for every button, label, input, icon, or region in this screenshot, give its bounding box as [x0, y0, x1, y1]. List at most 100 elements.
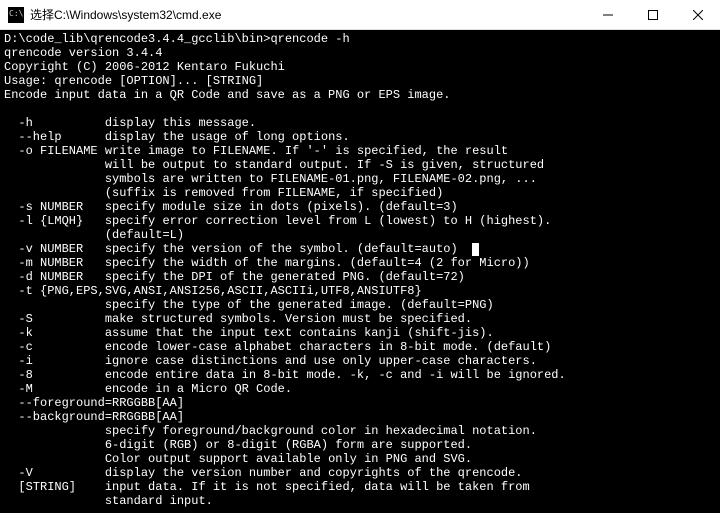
- option-desc: specify foreground/background color in h…: [105, 424, 537, 438]
- option-flag: [4, 298, 105, 312]
- option-line: --help display the usage of long options…: [4, 130, 350, 144]
- option-line: [STRING] input data. If it is not specif…: [4, 480, 530, 494]
- option-desc: specify module size in dots (pixels). (d…: [105, 200, 458, 214]
- close-icon: [693, 10, 703, 20]
- options-block: -h display this message. --help display …: [4, 116, 566, 508]
- option-flag: [4, 424, 105, 438]
- option-line: 6-digit (RGB) or 8-digit (RGBA) form are…: [4, 438, 472, 452]
- option-line: -t {PNG,EPS,SVG,ANSI,ANSI256,ASCII,ASCII…: [4, 284, 422, 298]
- option-flag: -l {LMQH}: [4, 214, 105, 228]
- option-desc: write image to FILENAME. If '-' is speci…: [105, 144, 508, 158]
- minimize-icon: [603, 10, 613, 20]
- option-flag: [4, 158, 105, 172]
- option-line: -m NUMBER specify the width of the margi…: [4, 256, 530, 270]
- option-flag: [4, 438, 105, 452]
- option-desc: assume that the input text contains kanj…: [105, 326, 494, 340]
- option-flag: -M: [4, 382, 105, 396]
- option-desc: (suffix is removed from FILENAME, if spe…: [105, 186, 443, 200]
- option-line: (default=L): [4, 228, 184, 242]
- close-button[interactable]: [675, 0, 720, 30]
- option-line: -c encode lower-case alphabet characters…: [4, 340, 551, 354]
- option-desc: display the version number and copyright…: [105, 466, 523, 480]
- option-desc: display the usage of long options.: [105, 130, 350, 144]
- option-desc: specify the version of the symbol. (defa…: [105, 242, 458, 256]
- option-flag: -v NUMBER: [4, 242, 105, 256]
- option-line: specify foreground/background color in h…: [4, 424, 537, 438]
- option-flag: -V: [4, 466, 105, 480]
- option-desc: (default=L): [105, 228, 184, 242]
- maximize-icon: [648, 10, 658, 20]
- option-desc: specify the DPI of the generated PNG. (d…: [105, 270, 465, 284]
- option-flag: -i: [4, 354, 105, 368]
- option-flag: -S: [4, 312, 105, 326]
- option-flag: --help: [4, 130, 105, 144]
- option-flag: -s NUMBER: [4, 200, 105, 214]
- option-line: (suffix is removed from FILENAME, if spe…: [4, 186, 443, 200]
- option-flag: [4, 186, 105, 200]
- option-desc: ignore case distinctions and use only up…: [105, 354, 537, 368]
- copyright-line: Copyright (C) 2006-2012 Kentaro Fukuchi: [4, 60, 285, 74]
- option-line: -M encode in a Micro QR Code.: [4, 382, 292, 396]
- option-desc: display this message.: [105, 116, 256, 130]
- cmd-icon: [8, 7, 24, 23]
- option-line: -d NUMBER specify the DPI of the generat…: [4, 270, 465, 284]
- cmd-window: 选择C:\Windows\system32\cmd.exe D:\code_li…: [0, 0, 720, 513]
- option-line: --background=RRGGBB[AA]: [4, 410, 184, 424]
- option-line: -i ignore case distinctions and use only…: [4, 354, 537, 368]
- option-line: --foreground=RRGGBB[AA]: [4, 396, 184, 410]
- option-flag: --foreground=RRGGBB[AA]: [4, 396, 184, 410]
- window-controls: [585, 0, 720, 30]
- option-desc: Color output support available only in P…: [105, 452, 472, 466]
- option-line: specify the type of the generated image.…: [4, 298, 494, 312]
- option-flag: [4, 452, 105, 466]
- option-line: -l {LMQH} specify error correction level…: [4, 214, 551, 228]
- option-flag: [4, 172, 105, 186]
- option-desc: input data. If it is not specified, data…: [105, 480, 530, 494]
- option-flag: -8: [4, 368, 105, 382]
- option-line: -h display this message.: [4, 116, 256, 130]
- summary-line: Encode input data in a QR Code and save …: [4, 88, 450, 102]
- titlebar[interactable]: 选择C:\Windows\system32\cmd.exe: [0, 0, 720, 30]
- option-flag: [4, 494, 105, 508]
- maximize-button[interactable]: [630, 0, 675, 30]
- usage-line: Usage: qrencode [OPTION]... [STRING]: [4, 74, 263, 88]
- option-flag: -c: [4, 340, 105, 354]
- option-desc: 6-digit (RGB) or 8-digit (RGBA) form are…: [105, 438, 472, 452]
- option-line: Color output support available only in P…: [4, 452, 472, 466]
- option-desc: specify the width of the margins. (defau…: [105, 256, 530, 270]
- option-flag: [4, 228, 105, 242]
- option-flag: -o FILENAME: [4, 144, 105, 158]
- option-flag: -h: [4, 116, 105, 130]
- option-flag: -d NUMBER: [4, 270, 105, 284]
- option-flag: --background=RRGGBB[AA]: [4, 410, 184, 424]
- version-line: qrencode version 3.4.4: [4, 46, 162, 60]
- option-flag: -k: [4, 326, 105, 340]
- option-line: -S make structured symbols. Version must…: [4, 312, 472, 326]
- option-line: -8 encode entire data in 8-bit mode. -k,…: [4, 368, 566, 382]
- option-desc: will be output to standard output. If -S…: [105, 158, 544, 172]
- option-line: will be output to standard output. If -S…: [4, 158, 544, 172]
- option-line: symbols are written to FILENAME-01.png, …: [4, 172, 537, 186]
- option-line: -v NUMBER specify the version of the sym…: [4, 242, 479, 256]
- option-line: -o FILENAME write image to FILENAME. If …: [4, 144, 508, 158]
- option-line: -V display the version number and copyri…: [4, 466, 523, 480]
- option-desc: encode in a Micro QR Code.: [105, 382, 292, 396]
- minimize-button[interactable]: [585, 0, 630, 30]
- option-flag: -m NUMBER: [4, 256, 105, 270]
- option-line: standard input.: [4, 494, 213, 508]
- option-desc: specify error correction level from L (l…: [105, 214, 551, 228]
- window-title: 选择C:\Windows\system32\cmd.exe: [30, 6, 585, 23]
- option-line: -k assume that the input text contains k…: [4, 326, 494, 340]
- option-desc: symbols are written to FILENAME-01.png, …: [105, 172, 537, 186]
- option-line: -s NUMBER specify module size in dots (p…: [4, 200, 458, 214]
- option-desc: encode entire data in 8-bit mode. -k, -c…: [105, 368, 566, 382]
- option-desc: encode lower-case alphabet characters in…: [105, 340, 551, 354]
- option-desc: standard input.: [105, 494, 213, 508]
- console-output[interactable]: D:\code_lib\qrencode3.4.4_gcclib\bin>qre…: [0, 30, 720, 513]
- option-desc: make structured symbols. Version must be…: [105, 312, 472, 326]
- prompt-line: D:\code_lib\qrencode3.4.4_gcclib\bin>qre…: [4, 32, 350, 46]
- text-cursor: [472, 243, 479, 256]
- option-flag: [STRING]: [4, 480, 105, 494]
- option-desc: specify the type of the generated image.…: [105, 298, 494, 312]
- option-flag: -t {PNG,EPS,SVG,ANSI,ANSI256,ASCII,ASCII…: [4, 284, 422, 298]
